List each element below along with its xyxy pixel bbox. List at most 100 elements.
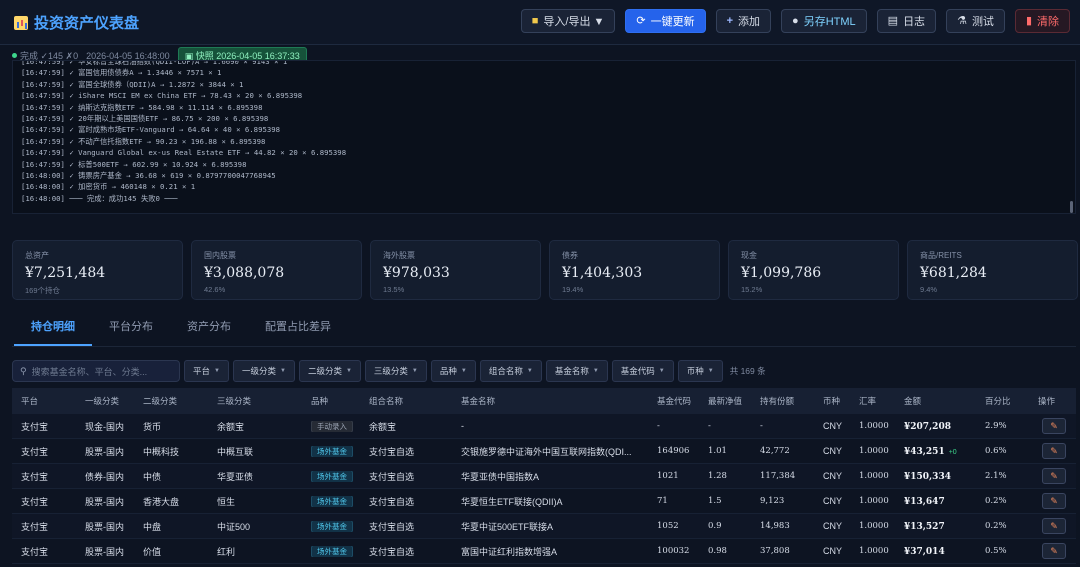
column-header[interactable]: 持有份额: [751, 395, 814, 407]
cell-fund-code: 100032: [657, 546, 690, 556]
pencil-icon: ✎: [1050, 445, 1058, 456]
folder-icon: ■: [531, 14, 539, 27]
filter-dropdown[interactable]: 基金代码 ▼: [611, 360, 674, 382]
tab-3[interactable]: 资产分布: [170, 320, 248, 346]
test-button[interactable]: ⚗ 测试: [946, 9, 1005, 33]
edit-button[interactable]: ✎: [1042, 468, 1066, 484]
log-line: [16:47:59] ✓ 20年期以上美国国债ETF → 86.75 × 200…: [21, 113, 269, 123]
log-line: [16:47:59] ✓ 不动产信托指数ETF → 90.23 × 196.88…: [21, 136, 266, 146]
table-row[interactable]: 支付宝 股票-国内 中盘 中证500 场外基金 支付宝自选 华夏中证500ETF联接A 105…: [12, 514, 1076, 539]
column-header[interactable]: 金额: [895, 395, 976, 407]
filter-dropdown-label: 品种: [439, 366, 457, 376]
card-sub: 9.4%: [920, 285, 938, 294]
kind-badge: 场外基金: [311, 520, 353, 532]
log-line: [16:47:59] ✓ 标普500ETF → 602.99 × 10.924 …: [21, 159, 247, 169]
card-value: ¥1,404,303: [562, 265, 643, 281]
column-header[interactable]: 组合名称: [360, 395, 452, 407]
log-panel[interactable]: [16:47:59] ✓ 华安标普全球石油指数(QDII-LOF)A → 1.6…: [12, 60, 1076, 214]
cell-fund-name: 华夏中证500ETF联接A: [461, 521, 554, 532]
table-row[interactable]: 支付宝 股票-国内 中概科技 中概互联 场外基金 支付宝自选 交银施罗德中证海外中国互联网指…: [12, 439, 1076, 464]
column-header[interactable]: 二级分类: [134, 395, 208, 407]
log-line: [16:47:59] ✓ 富国信用债债券A → 1.3446 × 7571 × …: [21, 68, 222, 78]
caret-down-icon: ▼: [279, 368, 286, 374]
column-header[interactable]: 基金名称: [452, 395, 648, 407]
cell-amount: ¥13,647: [895, 496, 976, 507]
cell-kind: 场外基金: [302, 495, 360, 507]
column-header[interactable]: 三级分类: [208, 395, 302, 407]
cell-currency: CNY: [823, 521, 843, 531]
log-scrollbar[interactable]: [1070, 201, 1073, 213]
cell-category3: 华夏亚债: [217, 471, 254, 482]
summary-card: 海外股票 ¥978,033 13.5%: [370, 240, 541, 300]
cell-nav: 0.98: [708, 546, 727, 556]
cell-category3: 恒生: [217, 496, 236, 507]
filter-dropdown[interactable]: 平台 ▼: [184, 360, 229, 382]
cell-amount: ¥150,334: [895, 471, 976, 482]
table-row[interactable]: 支付宝 债券-国内 中债 华夏亚债 场外基金 支付宝自选 华夏亚债中国指数A 1021 1.28…: [12, 464, 1076, 489]
filter-dropdowns: 平台 ▼ 一级分类 ▼ 二级分类 ▼ 三级分类 ▼ 品种 ▼ 组合名称 ▼ 基金名称 ▼ 基金代码 ▼ 币种 ▼: [184, 360, 723, 382]
table-row[interactable]: 支付宝 股票-国内 香港大盘 恒生 场外基金 支付宝自选 华夏恒生ETF联接(QDII)A 7…: [12, 489, 1076, 514]
cell-kind: 手动录入: [302, 420, 360, 432]
caret-down-icon: ▼: [214, 368, 220, 374]
cell-portfolio: 余额宝: [369, 421, 397, 432]
tab-2[interactable]: 平台分布: [92, 320, 170, 346]
edit-button[interactable]: ✎: [1042, 518, 1066, 534]
edit-button[interactable]: ✎: [1042, 543, 1066, 559]
filter-dropdown[interactable]: 二级分类 ▼: [298, 360, 361, 382]
filter-dropdown[interactable]: 基金名称 ▼: [545, 360, 608, 382]
cell-shares: 42,772: [760, 446, 790, 456]
tab-1[interactable]: 持仓明细: [14, 320, 92, 346]
refresh-all-button[interactable]: ⟳ 一键更新: [625, 9, 706, 33]
filter-dropdown[interactable]: 组合名称 ▼: [479, 360, 542, 382]
edit-button[interactable]: ✎: [1042, 443, 1066, 459]
column-header[interactable]: 币种: [814, 395, 850, 407]
column-header[interactable]: 基金代码: [648, 395, 699, 407]
cell-currency: CNY: [823, 546, 843, 556]
flask-icon: ⚗: [957, 14, 967, 27]
filter-dropdown-label: 组合名称: [488, 366, 523, 376]
cell-category3: 红利: [217, 546, 236, 557]
card-label: 商品/REITS: [920, 251, 962, 260]
column-header[interactable]: 平台: [12, 395, 76, 407]
cell-shares: 14,983: [760, 521, 790, 531]
column-header[interactable]: 一级分类: [76, 395, 134, 407]
caret-down-icon: ▼: [345, 368, 352, 374]
table-row[interactable]: 支付宝 现金-国内 货币 余额宝 手动录入 余额宝 - - - - CNY 1.0000 ¥207,20…: [12, 414, 1076, 439]
filter-dropdown[interactable]: 币种 ▼: [677, 360, 723, 382]
cell-fund-code: 1052: [657, 521, 679, 531]
edit-button[interactable]: ✎: [1042, 493, 1066, 509]
import-export-button[interactable]: ■ 导入/导出 ▼: [520, 9, 616, 33]
log-button[interactable]: ▤ 日志: [876, 9, 937, 33]
cell-shares: 9,123: [760, 496, 785, 506]
tab-4[interactable]: 配置占比差异: [248, 320, 348, 346]
filter-bar: ⚲ 搜索基金名称、平台、分类... 平台 ▼ 一级分类 ▼ 二级分类 ▼ 三级分类 ▼ 品种 ▼ 组…: [12, 360, 766, 382]
cell-shares: 117,384: [760, 471, 796, 481]
clear-button[interactable]: ▮ 清除: [1014, 9, 1070, 33]
column-header[interactable]: 最新净值: [699, 395, 751, 407]
column-header[interactable]: 汇率: [850, 395, 895, 407]
save-html-button[interactable]: ● 另存HTML: [781, 9, 867, 33]
search-input[interactable]: ⚲ 搜索基金名称、平台、分类...: [12, 360, 180, 382]
cell-platform: 支付宝: [21, 471, 49, 482]
cell-category1: 股票-国内: [85, 496, 124, 507]
edit-button[interactable]: ✎: [1042, 418, 1066, 434]
filter-dropdown[interactable]: 三级分类 ▼: [364, 360, 427, 382]
kind-badge: 场外基金: [311, 445, 353, 457]
cell-fund-name: 华夏亚债中国指数A: [461, 471, 540, 482]
toolbar: ■ 导入/导出 ▼ ⟳ 一键更新 + 添加 ● 另存HTML ▤ 日志 ⚗ 测试…: [520, 9, 1070, 33]
log-line: [16:47:59] ✓ iShare MSCI EM ex China ETF…: [21, 91, 303, 101]
summary-card: 现金 ¥1,099,786 15.2%: [728, 240, 899, 300]
column-header[interactable]: 品种: [302, 395, 360, 407]
cell-rate: 1.0000: [859, 421, 889, 431]
cell-fund-code: 164906: [657, 446, 690, 456]
log-line: [16:47:59] ✓ 富时成熟市场ETF-Vanguard → 64.64 …: [21, 125, 281, 135]
filter-dropdown-label: 三级分类: [373, 366, 408, 376]
filter-dropdown[interactable]: 一级分类 ▼: [232, 360, 295, 382]
add-button[interactable]: + 添加: [715, 9, 772, 33]
table-row[interactable]: 支付宝 股票-国内 价值 红利 场外基金 支付宝自选 富国中证红利指数增强A 100032 0.…: [12, 539, 1076, 564]
log-line: [16:47:59] ✓ 华安标普全球石油指数(QDII-LOF)A → 1.6…: [21, 60, 288, 66]
cell-nav: 1.5: [708, 496, 722, 506]
filter-dropdown[interactable]: 品种 ▼: [430, 360, 476, 382]
column-header[interactable]: 操作: [1029, 395, 1076, 407]
column-header[interactable]: 百分比: [976, 395, 1029, 407]
